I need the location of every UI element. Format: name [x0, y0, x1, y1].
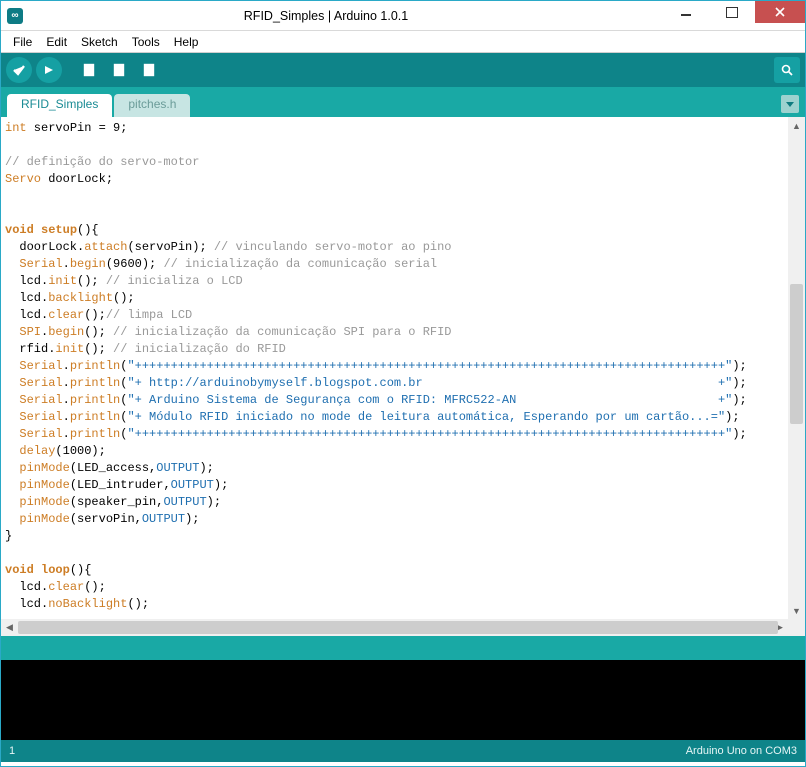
- minimize-button[interactable]: [663, 1, 709, 23]
- close-button[interactable]: [755, 1, 805, 23]
- hscroll-track[interactable]: [18, 619, 771, 636]
- code-editor[interactable]: int servoPin = 9; // definição do servo-…: [1, 117, 788, 619]
- console[interactable]: [1, 660, 805, 740]
- tab-dropdown-button[interactable]: [781, 95, 799, 113]
- maximize-button[interactable]: [709, 1, 755, 23]
- editor-area: int servoPin = 9; // definição do servo-…: [1, 117, 805, 619]
- open-button[interactable]: [106, 57, 132, 83]
- toolbar: [1, 53, 805, 87]
- scroll-down-arrow[interactable]: ▼: [788, 602, 805, 619]
- window-controls: [663, 1, 805, 30]
- tab-pitches-h[interactable]: pitches.h: [114, 94, 190, 117]
- statusbar: 1 Arduino Uno on COM3: [1, 740, 805, 762]
- menu-tools[interactable]: Tools: [125, 33, 167, 51]
- save-button[interactable]: [136, 57, 162, 83]
- titlebar-left: ∞ RFID_Simples | Arduino 1.0.1: [1, 1, 663, 30]
- hscroll-thumb[interactable]: [18, 621, 778, 634]
- menu-help[interactable]: Help: [167, 33, 206, 51]
- tabstrip: RFID_Simples pitches.h: [1, 87, 805, 117]
- scroll-track[interactable]: [788, 134, 805, 602]
- tab-rfid-simples[interactable]: RFID_Simples: [7, 94, 112, 117]
- window-title: RFID_Simples | Arduino 1.0.1: [0, 9, 663, 23]
- new-button[interactable]: [76, 57, 102, 83]
- menu-sketch[interactable]: Sketch: [74, 33, 125, 51]
- menu-edit[interactable]: Edit: [39, 33, 74, 51]
- verify-button[interactable]: [6, 57, 32, 83]
- message-area: [1, 636, 805, 660]
- serial-monitor-button[interactable]: [774, 57, 800, 83]
- upload-button[interactable]: [36, 57, 62, 83]
- menubar: File Edit Sketch Tools Help: [1, 31, 805, 53]
- scroll-up-arrow[interactable]: ▲: [788, 117, 805, 134]
- horizontal-scrollbar[interactable]: ◀ ▶: [1, 619, 805, 636]
- vertical-scrollbar[interactable]: ▲ ▼: [788, 117, 805, 619]
- scroll-thumb[interactable]: [790, 284, 803, 424]
- status-line-number: 1: [9, 745, 15, 757]
- titlebar: ∞ RFID_Simples | Arduino 1.0.1: [1, 1, 805, 31]
- menu-file[interactable]: File: [6, 33, 39, 51]
- hscroll-left-arrow[interactable]: ◀: [1, 619, 18, 636]
- status-board-port: Arduino Uno on COM3: [686, 745, 797, 757]
